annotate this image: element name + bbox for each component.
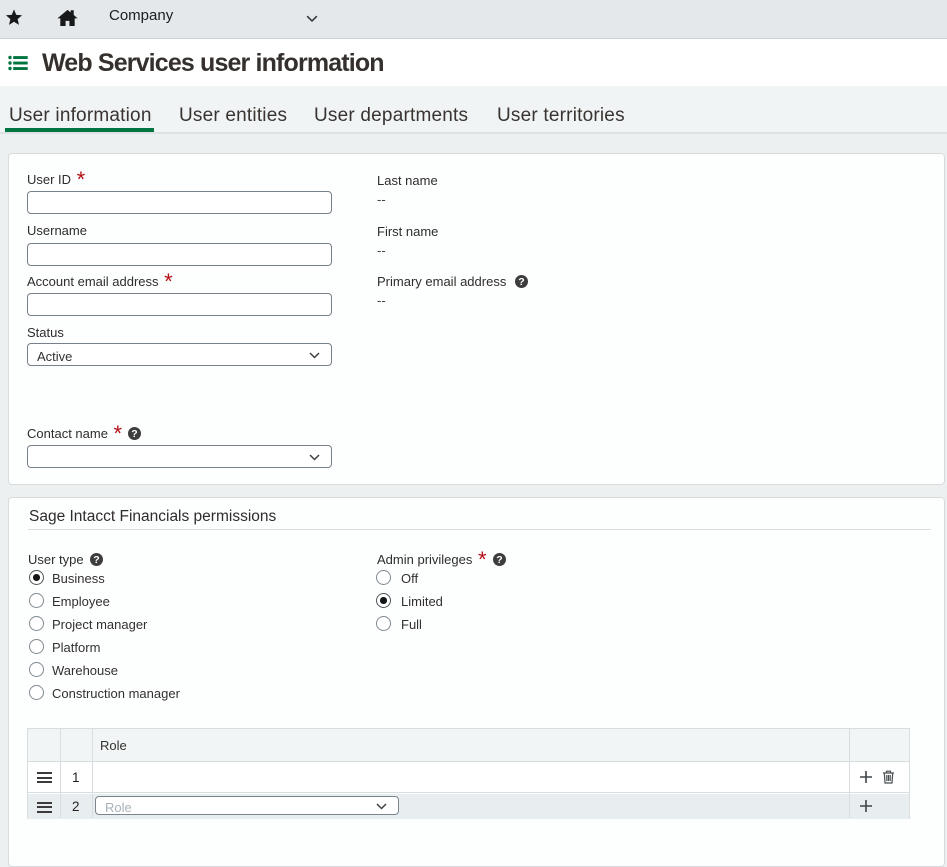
- svg-text:?: ?: [496, 554, 502, 566]
- svg-text:?: ?: [131, 428, 137, 440]
- svg-text:?: ?: [93, 554, 99, 566]
- svg-text:?: ?: [518, 276, 524, 288]
